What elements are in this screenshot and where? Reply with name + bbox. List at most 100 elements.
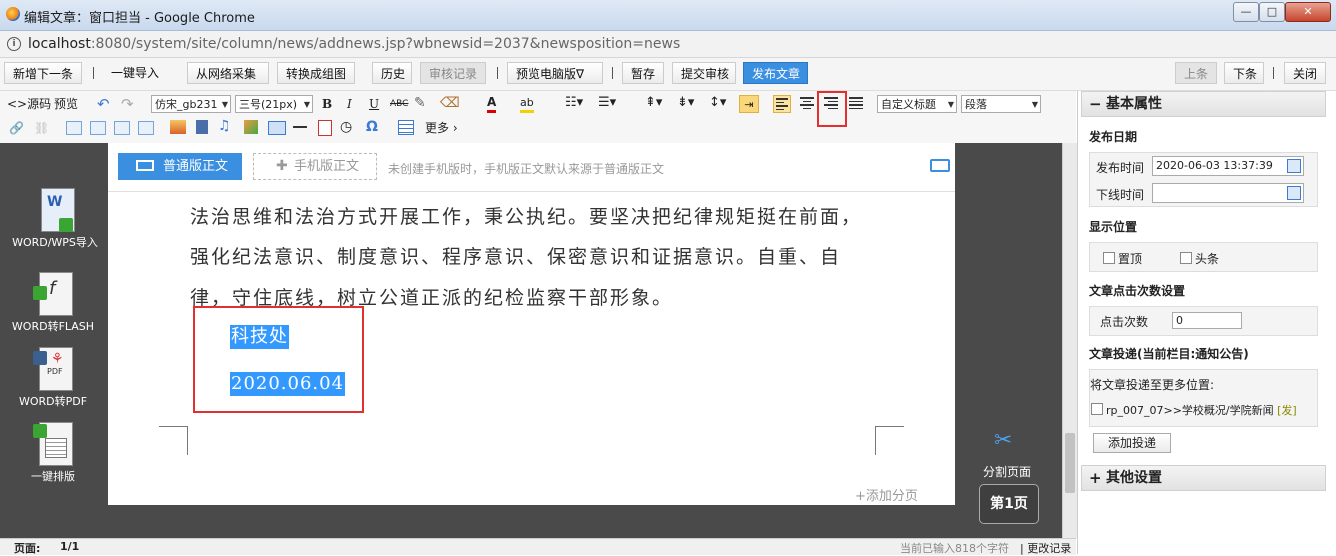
add-deliver-button[interactable]: 添加投递 [1093,433,1171,453]
document-line-2[interactable]: 强化纪法意识、制度意识、程序意识、保密意识和证据意识。自重、自 [190,242,841,269]
one-click-layout-tool[interactable]: 一键排版 [3,422,103,484]
checkbox[interactable] [1091,403,1103,415]
tab-normal-content[interactable]: 普通版正文 [118,153,242,180]
basic-props-title: 基本属性 [1106,96,1162,112]
info-icon[interactable]: i [7,37,21,51]
document-line-1[interactable]: 法治思维和法治方式开展工作，秉公执纪。要坚决把纪律规矩挺在前面， [190,202,862,229]
tab-mobile-content[interactable]: ✚ 手机版正文 [253,153,377,180]
paragraph-value: 段落 [965,98,987,111]
italic-button[interactable]: I [347,95,352,113]
deliver-tag: [发] [1277,404,1297,417]
title-style-value: 自定义标题 [881,98,936,111]
insert-date-icon[interactable] [318,120,332,136]
address-bar[interactable]: i localhost:8080/system/site/column/news… [0,31,1336,58]
top-checkbox[interactable]: 置顶 [1103,250,1142,267]
preview-pc-button[interactable]: 预览电脑版∇ [507,62,603,84]
align-left-icon[interactable] [773,95,791,113]
align-center-icon[interactable] [798,95,816,113]
line-height-icon[interactable]: ↕▾ [709,94,726,112]
insert-time-icon[interactable]: ◷ [340,118,352,136]
basic-props-header[interactable]: − 基本属性 [1081,91,1326,117]
checkbox[interactable] [1103,252,1115,264]
align-justify-icon[interactable] [847,95,865,113]
minimize-button[interactable]: — [1233,2,1259,22]
source-button[interactable]: <>源码 [7,95,51,113]
font-size-select[interactable]: 三号(21px) ▼ [235,95,313,113]
image-right-icon[interactable] [114,121,130,135]
word-icon: W [35,188,75,234]
close-window-button[interactable]: ✕ [1285,2,1331,22]
page-number-button[interactable]: 第1页 [979,484,1039,524]
clear-format-icon[interactable]: ⌫ [440,94,460,112]
audit-log-button[interactable]: 审核记录 [420,62,486,84]
scrollbar-thumb[interactable] [1065,433,1075,493]
format-painter-icon[interactable]: ✎ [414,94,426,112]
page-corner-right [875,426,904,455]
convert-group-button[interactable]: 转换成组图 [277,62,355,84]
checkbox[interactable] [1180,252,1192,264]
headline-checkbox[interactable]: 头条 [1180,250,1219,267]
special-char-icon[interactable]: Ω [366,118,378,136]
indent-before-icon[interactable]: ⇞▾ [645,94,662,112]
new-next-button[interactable]: 新增下一条 [4,62,82,84]
word-import-tool[interactable]: W WORD/WPS导入 [5,188,105,250]
scrollbar[interactable] [1062,143,1077,538]
undo-icon[interactable]: ↶ [97,95,110,113]
unordered-list-icon[interactable]: ☰▾ [598,94,616,112]
more-button[interactable]: 更多 › [425,119,458,137]
import-button[interactable]: 一键导入 [103,62,167,84]
insert-frame-icon[interactable] [268,121,286,135]
publish-time-input[interactable]: 2020-06-03 13:37:39 [1152,156,1304,176]
prev-article-button[interactable]: 上条 [1175,62,1217,84]
insert-table-icon[interactable] [398,120,414,135]
link-icon[interactable]: 🔗 [9,119,24,137]
next-article-button[interactable]: 下条 [1224,62,1264,84]
paragraph-select[interactable]: 段落 ▼ [961,95,1041,113]
bg-color-button[interactable]: ab [520,95,534,113]
title-style-select[interactable]: 自定义标题 ▼ [877,95,957,113]
save-draft-button[interactable]: 暂存 [622,62,664,84]
word-to-pdf-tool[interactable]: PDF ⚘ WORD转PDF [3,347,103,409]
unlink-icon[interactable]: ⛓ [34,119,49,137]
font-color-button[interactable]: A [487,95,497,113]
font-family-select[interactable]: 仿宋_gb231 ▼ [151,95,231,113]
calendar-icon[interactable] [1287,186,1301,200]
indent-after-icon[interactable]: ⇟▾ [677,94,694,112]
image-center-icon[interactable] [138,121,154,135]
publish-button[interactable]: 发布文章 [743,62,808,84]
word-to-flash-tool[interactable]: f WORD转FLASH [3,272,103,334]
insert-music-icon[interactable]: ♫ [218,117,231,135]
preview-device-icon[interactable] [930,159,950,172]
horizontal-rule-icon[interactable] [293,126,307,128]
ordered-list-icon[interactable]: ☷▾ [565,94,583,112]
close-article-button[interactable]: 关闭 [1284,62,1326,84]
layout-icon [33,422,73,468]
image-none-icon[interactable] [90,121,106,135]
offline-time-input[interactable] [1152,183,1304,203]
font-family-value: 仿宋_gb231 [155,98,218,111]
preview-button[interactable]: 预览 [54,95,78,113]
insert-gallery-icon[interactable] [244,120,258,134]
submit-audit-button[interactable]: 提交审核 [672,62,736,84]
chrome-icon [6,7,20,21]
underline-button[interactable]: U [369,95,379,113]
strikethrough-button[interactable]: ABC [390,95,408,113]
redo-icon[interactable]: ↷ [121,95,134,113]
image-left-icon[interactable] [66,121,82,135]
insert-video-icon[interactable] [196,120,208,134]
web-collect-button[interactable]: 从网络采集 [187,62,269,84]
other-settings-header[interactable]: + 其他设置 [1081,465,1326,491]
font-size-value: 三号(21px) [239,98,298,111]
maximize-button[interactable]: □ [1259,2,1285,22]
url-text[interactable]: localhost:8080/system/site/column/news/a… [28,36,680,52]
history-button[interactable]: 历史 [372,62,412,84]
scissors-icon[interactable]: ✂ [994,428,1012,453]
indent-icon[interactable]: ⇥ [739,95,759,113]
clicks-input[interactable]: 0 [1172,312,1242,329]
calendar-icon[interactable] [1287,159,1301,173]
split-page-button[interactable]: 分割页面 [983,463,1031,480]
add-page-link[interactable]: +添加分页 [855,485,918,504]
bold-button[interactable]: B [322,95,332,113]
deliver-item[interactable]: rp_007_07>>学校概况/学院新闻 [发] [1091,402,1297,418]
insert-image-icon[interactable] [170,120,186,134]
